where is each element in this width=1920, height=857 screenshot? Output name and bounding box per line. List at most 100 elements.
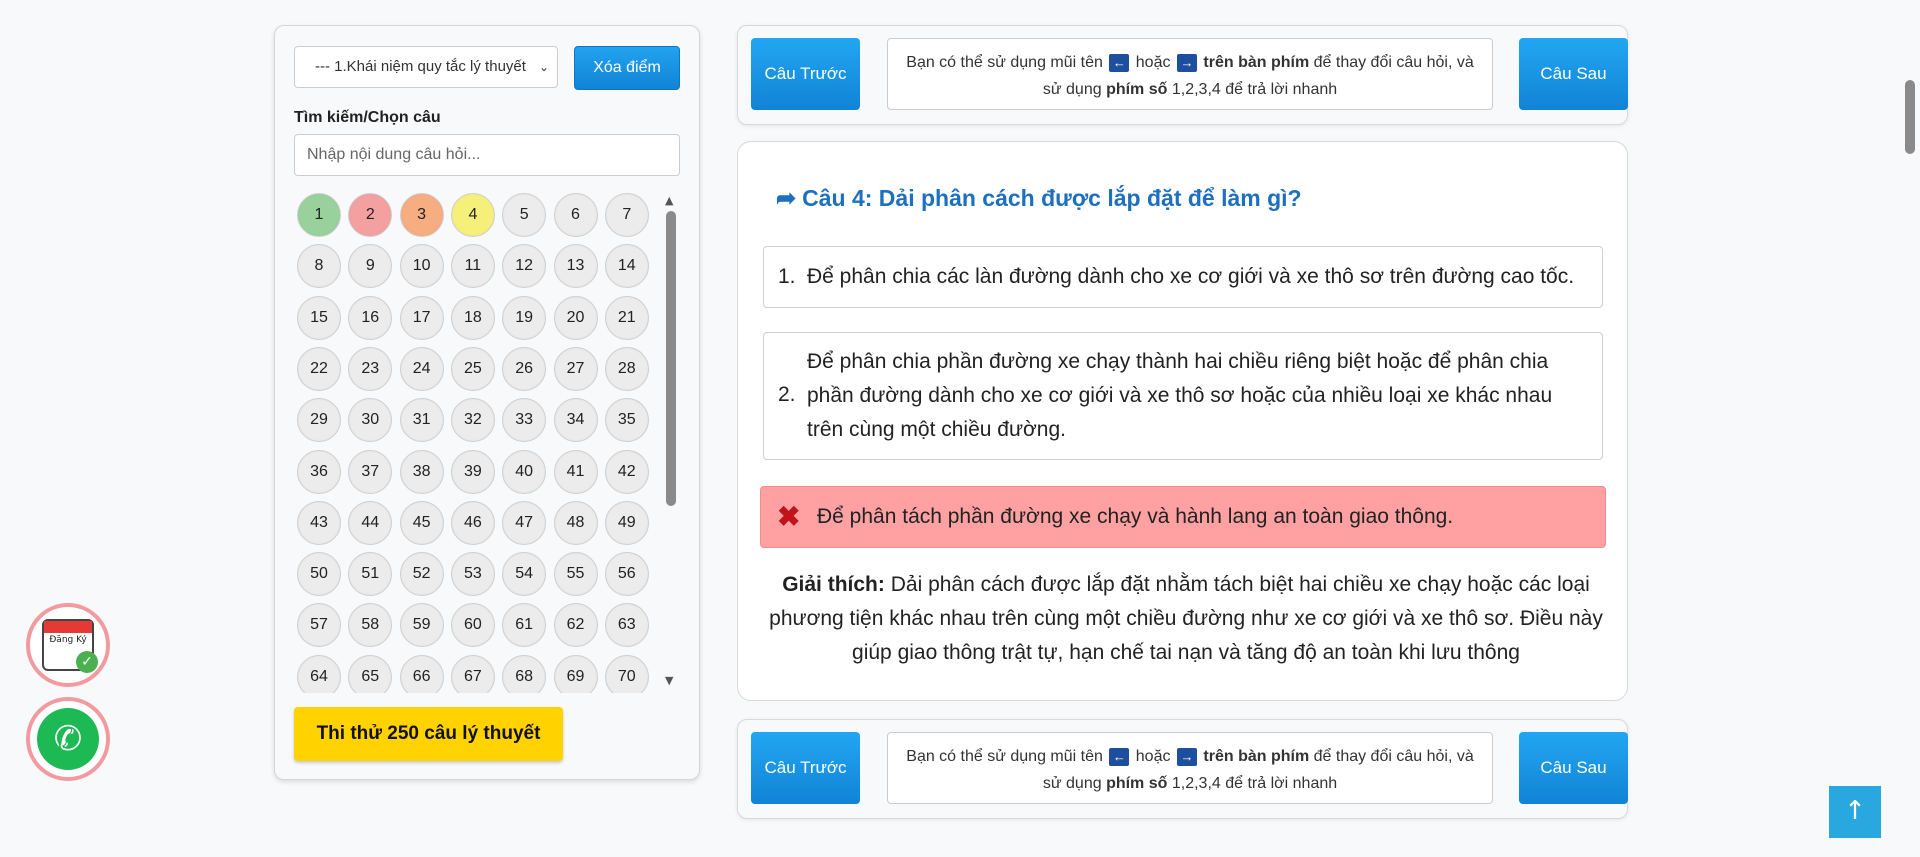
question-number-button[interactable]: 46 — [450, 500, 495, 545]
question-number-button[interactable]: 34 — [553, 398, 598, 443]
question-number-button[interactable]: 5 — [502, 193, 547, 237]
question-number-button[interactable]: 44 — [348, 500, 393, 545]
question-number-button[interactable]: 23 — [348, 346, 393, 391]
question-number-button[interactable]: 26 — [502, 346, 547, 391]
question-number-button[interactable]: 52 — [399, 552, 444, 597]
arrow-right-key-icon: → — [1176, 747, 1197, 766]
question-number-button[interactable]: 39 — [450, 449, 495, 494]
question-number-button[interactable]: 4 — [450, 193, 495, 237]
check-icon: ✓ — [76, 651, 98, 673]
next-question-button[interactable]: Câu Sau — [1519, 732, 1628, 804]
question-number-button[interactable]: 1 — [297, 193, 341, 237]
question-number-button[interactable]: 36 — [297, 449, 341, 494]
question-number-button[interactable]: 54 — [502, 552, 547, 597]
hint-text: sử dụng — [1042, 775, 1102, 792]
question-number-button[interactable]: 66 — [399, 654, 444, 693]
question-number-button[interactable]: 16 — [348, 295, 393, 340]
question-number-button[interactable]: 69 — [553, 654, 598, 693]
question-number-button[interactable]: 51 — [348, 552, 393, 597]
question-number-button[interactable]: 20 — [553, 295, 598, 340]
question-number-button[interactable]: 42 — [604, 449, 649, 494]
question-number-button[interactable]: 33 — [502, 398, 547, 443]
practice-exam-button[interactable]: Thi thử 250 câu lý thuyết — [294, 707, 563, 761]
question-number-button[interactable]: 27 — [553, 346, 598, 391]
question-number-button[interactable]: 41 — [553, 449, 598, 494]
page-scrollbar[interactable] — [1905, 80, 1915, 154]
question-number-button[interactable]: 68 — [502, 654, 547, 693]
question-number-button[interactable]: 49 — [604, 500, 649, 545]
question-number-button[interactable]: 63 — [604, 603, 649, 648]
question-number-button[interactable]: 59 — [399, 603, 444, 648]
question-number-button[interactable]: 8 — [297, 244, 341, 289]
question-number-button[interactable]: 67 — [450, 654, 495, 693]
question-number-button[interactable]: 28 — [604, 346, 649, 391]
question-number-button[interactable]: 24 — [399, 346, 444, 391]
question-number-button[interactable]: 61 — [502, 603, 547, 648]
answer-option-3-wrong[interactable]: ✖ Để phân tách phần đường xe chạy và hàn… — [760, 486, 1606, 548]
question-number-button[interactable]: 6 — [553, 193, 598, 237]
question-number-button[interactable]: 58 — [348, 603, 393, 648]
question-number-button[interactable]: 56 — [604, 552, 649, 597]
question-number-button[interactable]: 17 — [399, 295, 444, 340]
clear-score-button[interactable]: Xóa điểm — [574, 46, 680, 90]
question-number-button[interactable]: 29 — [297, 398, 341, 443]
question-number-button[interactable]: 11 — [450, 244, 495, 289]
topic-select[interactable]: --- 1.Khái niệm quy tắc lý thuyết ⌄ — [294, 46, 558, 88]
question-number-button[interactable]: 60 — [450, 603, 495, 648]
question-number-button[interactable]: 38 — [399, 449, 444, 494]
prev-question-button[interactable]: Câu Trước — [751, 38, 860, 110]
answer-number: 2. — [778, 383, 796, 406]
question-number-button[interactable]: 9 — [348, 244, 393, 289]
answer-option-2[interactable]: 2. Để phân chia phần đường xe chạy thành… — [763, 332, 1603, 460]
topic-select-value: --- 1.Khái niệm quy tắc lý thuyết — [315, 58, 526, 75]
question-number-button[interactable]: 15 — [297, 295, 341, 340]
question-number-button[interactable]: 14 — [604, 244, 649, 289]
keyboard-hint: Bạn có thể sử dụng mũi tên ← hoặc → trên… — [887, 732, 1493, 804]
question-number-button[interactable]: 22 — [297, 346, 341, 391]
hint-text: hoặc — [1135, 54, 1171, 71]
question-number-button[interactable]: 40 — [502, 449, 547, 494]
question-number-button[interactable]: 47 — [502, 500, 547, 545]
question-number-button[interactable]: 53 — [450, 552, 495, 597]
question-number-button[interactable]: 48 — [553, 500, 598, 545]
question-number-button[interactable]: 50 — [297, 552, 341, 597]
question-number-button[interactable]: 12 — [502, 244, 547, 289]
question-number-button[interactable]: 13 — [553, 244, 598, 289]
hint-text: Bạn có thể sử dụng mũi tên — [906, 54, 1103, 71]
question-number-button[interactable]: 7 — [604, 193, 649, 237]
question-number-button[interactable]: 2 — [348, 193, 393, 237]
question-number-button[interactable]: 45 — [399, 500, 444, 545]
answer-option-1[interactable]: 1. Để phân chia các làn đường dành cho x… — [763, 246, 1603, 308]
question-number-button[interactable]: 25 — [450, 346, 495, 391]
scroll-to-top-button[interactable]: ↑ — [1829, 786, 1881, 838]
search-input[interactable]: Nhập nội dung câu hỏi... — [294, 134, 680, 176]
next-question-button[interactable]: Câu Sau — [1519, 38, 1628, 110]
question-number-button[interactable]: 37 — [348, 449, 393, 494]
question-number-button[interactable]: 21 — [604, 295, 649, 340]
question-number-button[interactable]: 57 — [297, 603, 341, 648]
scroll-down-arrow-icon[interactable]: ▼ — [665, 674, 673, 687]
scroll-up-arrow-icon[interactable]: ▲ — [665, 194, 673, 207]
register-float-button[interactable]: Đăng Ký ✓ — [26, 603, 110, 687]
phone-float-button[interactable]: ✆ — [26, 697, 110, 781]
question-number-button[interactable]: 70 — [604, 654, 649, 693]
question-number-button[interactable]: 3 — [399, 193, 444, 237]
prev-question-button[interactable]: Câu Trước — [751, 732, 860, 804]
question-number-button[interactable]: 30 — [348, 398, 393, 443]
hint-text: để thay đổi câu hỏi, và — [1313, 54, 1474, 71]
question-number-button[interactable]: 35 — [604, 398, 649, 443]
question-number-button[interactable]: 18 — [450, 295, 495, 340]
question-number-button[interactable]: 32 — [450, 398, 495, 443]
question-number-button[interactable]: 19 — [502, 295, 547, 340]
arrow-left-key-icon: ← — [1109, 747, 1130, 766]
question-number-button[interactable]: 62 — [553, 603, 598, 648]
hint-text: để thay đổi câu hỏi, và — [1313, 748, 1474, 765]
question-number-button[interactable]: 64 — [297, 654, 341, 693]
question-number-button[interactable]: 43 — [297, 500, 341, 545]
hint-text: 1,2,3,4 để trả lời nhanh — [1171, 775, 1338, 792]
question-number-button[interactable]: 65 — [348, 654, 393, 693]
question-number-button[interactable]: 10 — [399, 244, 444, 289]
question-number-button[interactable]: 55 — [553, 552, 598, 597]
question-number-button[interactable]: 31 — [399, 398, 444, 443]
question-grid-scrollbar[interactable] — [666, 211, 676, 506]
